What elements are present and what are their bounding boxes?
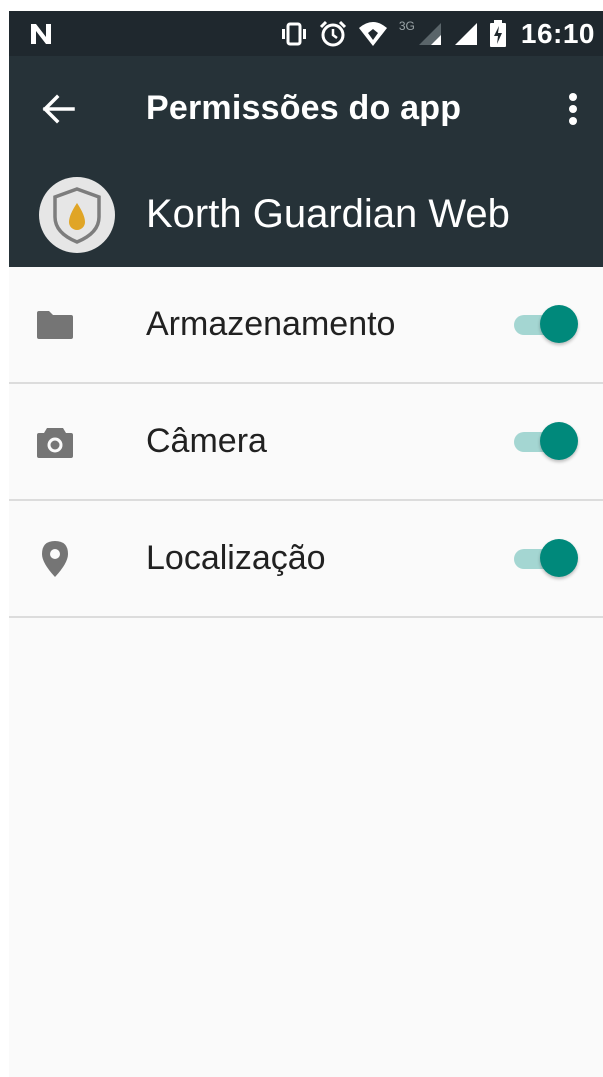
page-title: Permissões do app	[146, 89, 462, 127]
app-name: Korth Guardian Web	[146, 192, 510, 236]
permission-row-storage[interactable]: Armazenamento	[9, 267, 603, 384]
location-permission-toggle[interactable]	[512, 539, 580, 579]
permission-label: Armazenamento	[146, 305, 396, 343]
network-type-label: 3G	[398, 18, 415, 33]
permission-row-camera[interactable]: Câmera	[9, 384, 603, 501]
location-pin-icon	[35, 539, 75, 579]
camera-permission-toggle[interactable]	[512, 422, 580, 462]
app-header: Korth Guardian Web	[9, 162, 603, 267]
status-icons: 3G 16:10	[279, 11, 595, 56]
notification-n-icon	[31, 24, 51, 44]
folder-icon	[35, 305, 75, 345]
vibrate-icon	[281, 22, 306, 45]
status-time: 16:10	[520, 17, 595, 49]
status-bar: 3G 16:10	[9, 11, 603, 56]
switch-thumb	[540, 305, 578, 343]
arrow-back-icon	[42, 94, 75, 124]
alarm-icon	[319, 20, 346, 46]
more-vert-icon	[569, 93, 577, 125]
shield-drop-icon	[53, 187, 101, 244]
permission-row-location[interactable]: Localização	[9, 501, 603, 618]
camera-icon	[35, 422, 75, 462]
battery-charging-icon	[489, 19, 506, 47]
wifi-icon	[358, 21, 387, 46]
app-logo	[39, 177, 115, 253]
screen: 3G 16:10 Permissões do app Korth Guardia…	[9, 11, 603, 1077]
switch-thumb	[540, 539, 578, 577]
permission-label: Localização	[146, 539, 326, 577]
permission-label: Câmera	[146, 422, 267, 460]
app-toolbar: Permissões do app	[9, 56, 603, 162]
more-options-button[interactable]	[557, 86, 589, 132]
signal-3g-icon	[418, 22, 441, 45]
switch-thumb	[540, 422, 578, 460]
storage-permission-toggle[interactable]	[512, 305, 580, 345]
back-button[interactable]	[37, 88, 79, 130]
signal-icon	[454, 22, 477, 45]
permission-list: Armazenamento Câmera Localização	[9, 267, 603, 618]
